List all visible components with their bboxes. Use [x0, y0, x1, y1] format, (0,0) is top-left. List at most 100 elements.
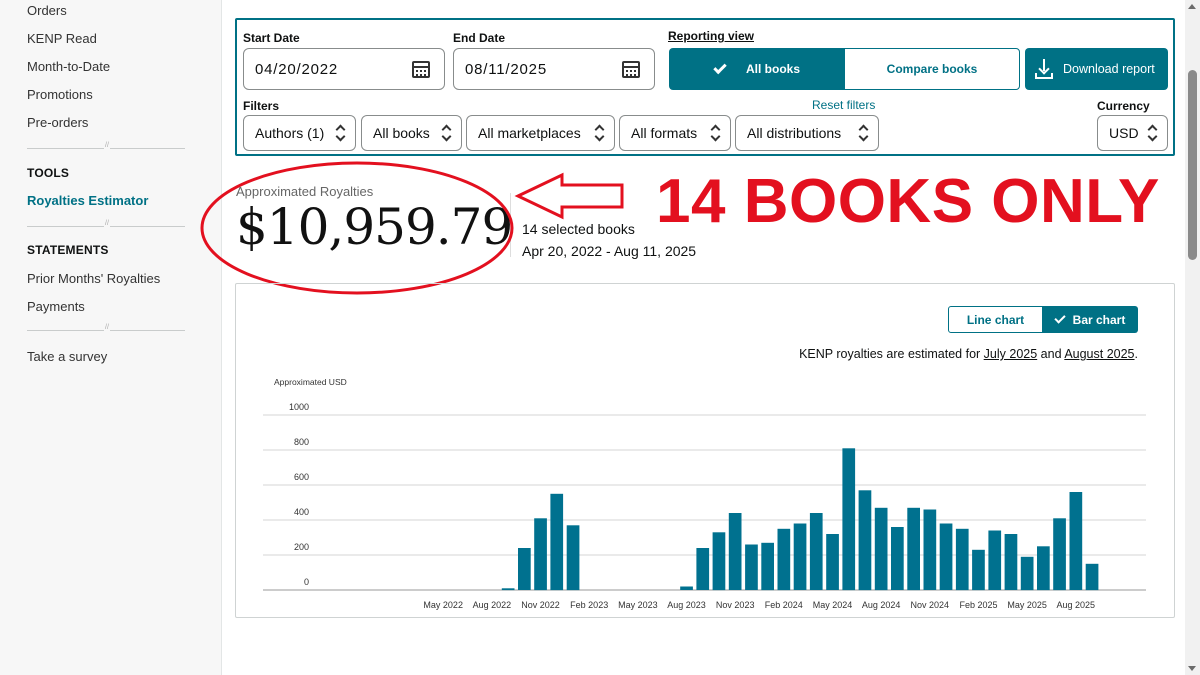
all-books-toggle[interactable]: All books [669, 48, 845, 90]
x-tick-label: Feb 2025 [959, 600, 997, 610]
x-tick-label: Aug 2024 [862, 600, 901, 610]
bar [955, 528, 969, 591]
sidebar-item-promotions[interactable]: Promotions [27, 87, 93, 102]
sidebar-divider [27, 142, 185, 149]
compare-books-toggle[interactable]: Compare books [844, 48, 1020, 90]
y-tick-label: 400 [294, 507, 309, 517]
formats-select[interactable]: All formats [619, 115, 731, 151]
bar [793, 523, 807, 590]
scroll-up-arrow-icon[interactable] [1188, 4, 1196, 9]
formats-select-value: All formats [631, 125, 698, 141]
sidebar: Orders KENP Read Month-to-Date Promotion… [0, 0, 222, 675]
bar [777, 528, 791, 591]
x-tick-label: May 2022 [423, 600, 463, 610]
bar [1069, 492, 1083, 590]
bar [518, 548, 531, 590]
y-tick-label: 1000 [289, 402, 309, 412]
calendar-icon[interactable] [622, 61, 640, 78]
compare-books-toggle-label: Compare books [886, 62, 978, 76]
selected-books-count: 14 selected books [522, 221, 635, 237]
bar [1037, 546, 1050, 591]
bar [501, 588, 515, 591]
x-tick-label: Aug 2023 [667, 600, 706, 610]
sidebar-item-kenp-read[interactable]: KENP Read [27, 31, 97, 46]
bar [826, 534, 839, 590]
bar [858, 490, 872, 591]
x-tick-label: Feb 2024 [765, 600, 803, 610]
sidebar-item-month-to-date[interactable]: Month-to-Date [27, 59, 110, 74]
chart-panel: Line chart Bar chart KENP royalties are … [235, 283, 1175, 618]
bar [534, 518, 547, 591]
end-date-value: 08/11/2025 [465, 61, 547, 78]
bar [972, 549, 985, 591]
scroll-down-arrow-icon[interactable] [1188, 666, 1196, 671]
bar [988, 530, 1002, 590]
bar [728, 513, 742, 590]
bar [566, 525, 580, 591]
bar [1085, 563, 1099, 591]
download-report-button[interactable]: Download report [1025, 48, 1168, 90]
reporting-view-label: Reporting view [668, 29, 755, 43]
filters-label: Filters [243, 99, 280, 113]
reset-filters-link[interactable]: Reset filters [812, 98, 875, 112]
start-date-field[interactable]: 04/20/2022 [243, 48, 445, 90]
sidebar-item-payments[interactable]: Payments [27, 299, 85, 314]
sidebar-divider [27, 324, 185, 331]
marketplaces-select[interactable]: All marketplaces [466, 115, 615, 151]
up-down-chevron-icon [1148, 125, 1158, 141]
up-down-chevron-icon [595, 125, 605, 141]
bar [874, 507, 888, 591]
annotation-headline: 14 BOOKS ONLY [656, 167, 1160, 236]
vertical-scrollbar[interactable] [1185, 0, 1200, 675]
up-down-chevron-icon [711, 125, 721, 141]
sidebar-item-pre-orders[interactable]: Pre-orders [27, 115, 88, 130]
currency-label: Currency [1097, 99, 1150, 113]
sidebar-item-take-a-survey[interactable]: Take a survey [27, 349, 107, 364]
calendar-icon[interactable] [412, 61, 430, 78]
bar [761, 542, 774, 591]
sidebar-header-statements: STATEMENTS [27, 243, 109, 257]
bar [550, 493, 564, 591]
end-date-label: End Date [453, 31, 506, 45]
x-tick-label: Aug 2025 [1057, 600, 1096, 610]
royalties-bar-chart: Approximated USD 0 200 400 600 800 1000 May 202… [263, 377, 1146, 610]
x-tick-label: Nov 2022 [521, 600, 560, 610]
books-select-value: All books [373, 125, 430, 141]
royalties-amount: $10,959.79 [236, 198, 513, 256]
bar [939, 523, 953, 590]
sidebar-header-tools: TOOLS [27, 166, 70, 180]
x-tick-label: Nov 2024 [911, 600, 950, 610]
filter-panel: Start Date 04/20/2022 End Date 08/11/202… [235, 18, 1175, 156]
bar [696, 548, 710, 590]
y-tick-label: 200 [294, 542, 309, 552]
scrollbar-thumb[interactable] [1188, 70, 1197, 260]
y-tick-label: 600 [294, 472, 309, 482]
y-tick-label: 0 [304, 577, 309, 587]
sidebar-item-prior-months-royalties[interactable]: Prior Months' Royalties [27, 271, 160, 286]
bar [842, 448, 856, 591]
x-tick-label: May 2025 [1007, 600, 1047, 610]
sidebar-item-orders[interactable]: Orders [27, 3, 67, 18]
start-date-value: 04/20/2022 [255, 61, 339, 78]
x-tick-label: Nov 2023 [716, 600, 755, 610]
authors-select[interactable]: Authors (1) [243, 115, 356, 151]
y-axis-label: Approximated USD [274, 377, 347, 387]
bar [1020, 556, 1034, 591]
x-tick-label: Feb 2023 [570, 600, 608, 610]
currency-select[interactable]: USD [1097, 115, 1168, 151]
x-tick-label: May 2023 [618, 600, 658, 610]
x-tick-label: Aug 2022 [473, 600, 512, 610]
sidebar-item-royalties-estimator[interactable]: Royalties Estimator [27, 193, 148, 208]
date-range-text: Apr 20, 2022 - Aug 11, 2025 [522, 243, 697, 259]
marketplaces-select-value: All marketplaces [478, 125, 581, 141]
up-down-chevron-icon [859, 125, 869, 141]
books-select[interactable]: All books [361, 115, 462, 151]
currency-select-value: USD [1109, 125, 1139, 141]
distributions-select[interactable]: All distributions [735, 115, 879, 151]
start-date-label: Start Date [243, 31, 300, 45]
checkmark-icon [713, 60, 727, 74]
end-date-field[interactable]: 08/11/2025 [453, 48, 655, 90]
page: Orders KENP Read Month-to-Date Promotion… [0, 0, 1200, 675]
bar [907, 507, 920, 591]
bar [923, 509, 937, 590]
